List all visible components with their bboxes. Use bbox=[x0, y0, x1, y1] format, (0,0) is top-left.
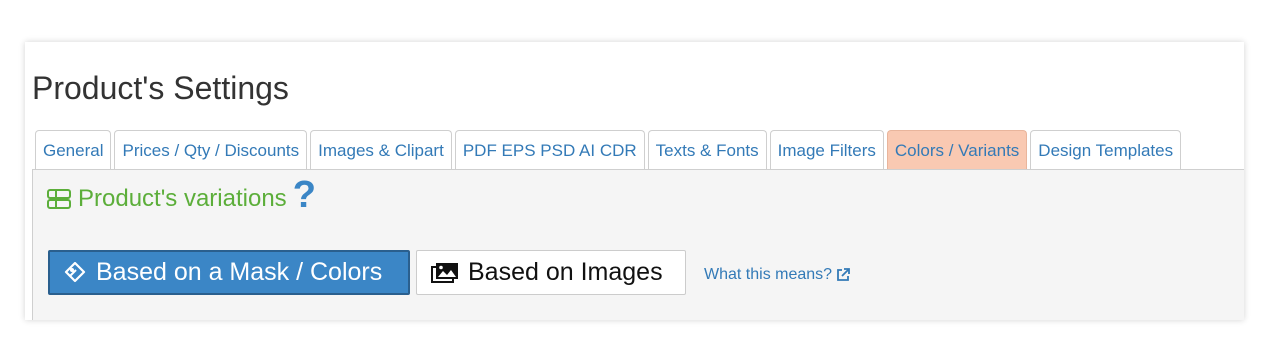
external-link-icon bbox=[837, 268, 850, 281]
variations-icon bbox=[47, 189, 71, 209]
tab-general[interactable]: General bbox=[35, 130, 112, 169]
based-on-mask-button[interactable]: Based on a Mask / Colors bbox=[48, 250, 410, 295]
mask-icon bbox=[64, 261, 86, 282]
tab-pdf-eps-psd-ai-cdr[interactable]: PDF EPS PSD AI CDR bbox=[454, 130, 645, 169]
tab-image-filters[interactable]: Image Filters bbox=[769, 130, 884, 169]
section-title: Product's variations bbox=[78, 185, 287, 212]
what-this-means-link[interactable]: What this means? bbox=[704, 266, 850, 284]
page-title: Product's Settings bbox=[32, 70, 289, 106]
settings-card: Product's Settings General Prices / Qty … bbox=[25, 42, 1244, 320]
tab-texts-fonts[interactable]: Texts & Fonts bbox=[647, 130, 767, 169]
tab-prices-qty-discounts[interactable]: Prices / Qty / Discounts bbox=[114, 130, 308, 169]
section-header: Product's variations ? bbox=[46, 176, 316, 214]
based-on-images-label: Based on Images bbox=[468, 258, 663, 286]
tab-images-clipart[interactable]: Images & Clipart bbox=[310, 130, 452, 169]
based-on-mask-label: Based on a Mask / Colors bbox=[96, 258, 383, 286]
tab-colors-variants[interactable]: Colors / Variants bbox=[886, 130, 1028, 169]
based-on-images-button[interactable]: Based on Images bbox=[416, 250, 686, 295]
tab-panel: Product's variations ? Based on a Mask /… bbox=[32, 169, 1244, 320]
images-icon bbox=[431, 262, 458, 283]
tab-design-templates[interactable]: Design Templates bbox=[1030, 130, 1182, 169]
tab-bar: General Prices / Qty / Discounts Images … bbox=[35, 130, 1182, 169]
help-icon[interactable]: ? bbox=[293, 176, 316, 214]
help-link-label: What this means? bbox=[704, 266, 833, 283]
